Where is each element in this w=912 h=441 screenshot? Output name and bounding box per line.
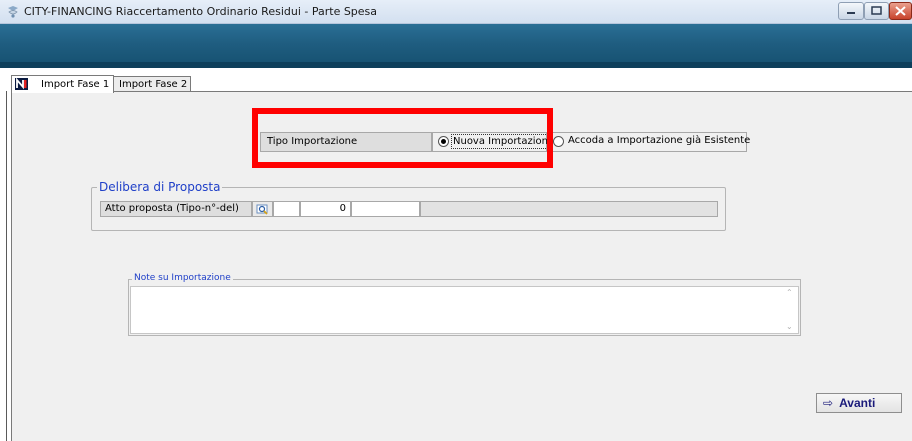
window-title: CITY-FINANCING Riaccertamento Ordinario … <box>24 5 378 18</box>
avanti-label: Avanti <box>839 396 876 410</box>
radio-accoda-importazione-label: Accoda a Importazione già Esistente <box>568 135 751 146</box>
highlight-annotation-box <box>252 108 553 168</box>
delibera-title: Delibera di Proposta <box>97 180 223 194</box>
note-textarea[interactable] <box>130 286 799 334</box>
header-band <box>0 24 912 68</box>
avanti-button[interactable]: ⇨ Avanti <box>816 393 902 413</box>
app-logo-icon <box>15 78 28 90</box>
maximize-button[interactable] <box>864 2 889 20</box>
note-scrollbar[interactable]: ⌃ ⌄ <box>783 287 798 333</box>
close-icon <box>895 6 906 16</box>
tab-label: Import Fase 1 <box>41 79 110 90</box>
atto-tipo-field[interactable] <box>273 201 300 217</box>
radio-accoda-importazione[interactable]: Accoda a Importazione già Esistente <box>547 132 751 152</box>
tab-label: Import Fase 2 <box>119 79 188 90</box>
tab-import-fase-1[interactable]: Import Fase 1 <box>11 75 114 93</box>
minimize-icon <box>847 12 855 14</box>
scroll-down-icon[interactable]: ⌄ <box>786 323 795 331</box>
app-icon <box>8 6 18 18</box>
tab-strip: Import Fase 1 Import Fase 2 <box>0 68 912 93</box>
close-button[interactable] <box>889 2 912 20</box>
atto-proposta-label: Atto proposta (Tipo-n°-del) <box>100 201 252 217</box>
atto-lookup-button[interactable] <box>252 201 273 217</box>
minimize-button[interactable] <box>838 2 864 20</box>
left-border <box>6 91 7 441</box>
note-title: Note su Importazione <box>132 273 233 284</box>
atto-numero-field[interactable]: 0 <box>300 201 351 217</box>
maximize-icon <box>871 6 882 15</box>
radio-unchecked-icon[interactable] <box>553 136 564 147</box>
atto-descrizione-field <box>420 201 718 217</box>
window-titlebar: CITY-FINANCING Riaccertamento Ordinario … <box>0 0 912 24</box>
scroll-up-icon[interactable]: ⌃ <box>786 289 795 297</box>
atto-data-field[interactable] <box>351 201 420 217</box>
search-icon <box>256 204 268 215</box>
arrow-right-icon: ⇨ <box>823 396 834 410</box>
